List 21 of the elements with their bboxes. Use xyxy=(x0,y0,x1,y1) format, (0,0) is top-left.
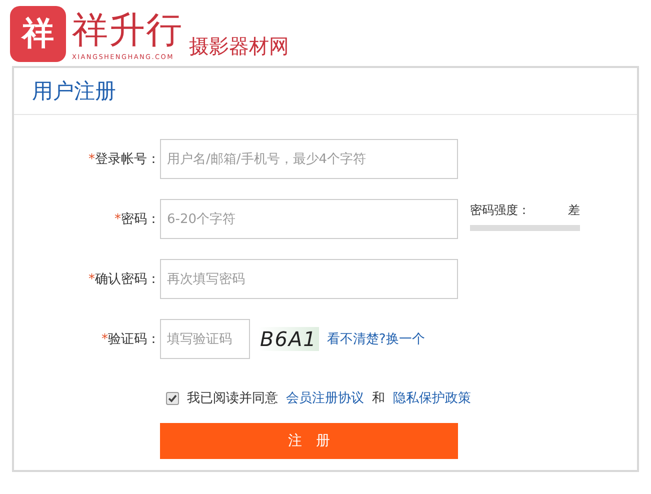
field-label: *密码： xyxy=(114,211,160,228)
password-field[interactable]: 再次填写密码 xyxy=(160,259,458,299)
and-text: 和 xyxy=(372,390,385,407)
refresh-captcha-link[interactable]: 看不清楚?换一个 xyxy=(326,330,425,348)
field-label: *登录帐号： xyxy=(88,151,160,168)
account-field[interactable]: 用户名/邮箱/手机号，最少4个字符 xyxy=(160,139,458,179)
agreement-link[interactable]: 会员注册协议 xyxy=(286,389,364,407)
password-field[interactable]: 6-20个字符 xyxy=(160,199,458,239)
logo-name: 祥升行 xyxy=(72,9,183,53)
agree-checkbox[interactable] xyxy=(166,392,179,404)
captcha-image: B6A1 xyxy=(258,327,319,351)
agree-text: 我已阅读并同意 xyxy=(187,390,278,407)
logo-tagline: 摄影器材网 xyxy=(189,33,289,60)
privacy-link[interactable]: 隐私保护政策 xyxy=(393,389,471,407)
logo-badge: 祥 xyxy=(10,6,66,62)
strength-value: 差 xyxy=(568,202,580,218)
strength-label: 密码强度： xyxy=(470,202,530,218)
captcha-field[interactable]: 填写验证码 xyxy=(160,319,250,359)
panel-title: 用户注册 xyxy=(32,78,116,105)
field-label: *验证码： xyxy=(100,331,160,348)
field-label: *确认密码： xyxy=(88,271,160,288)
